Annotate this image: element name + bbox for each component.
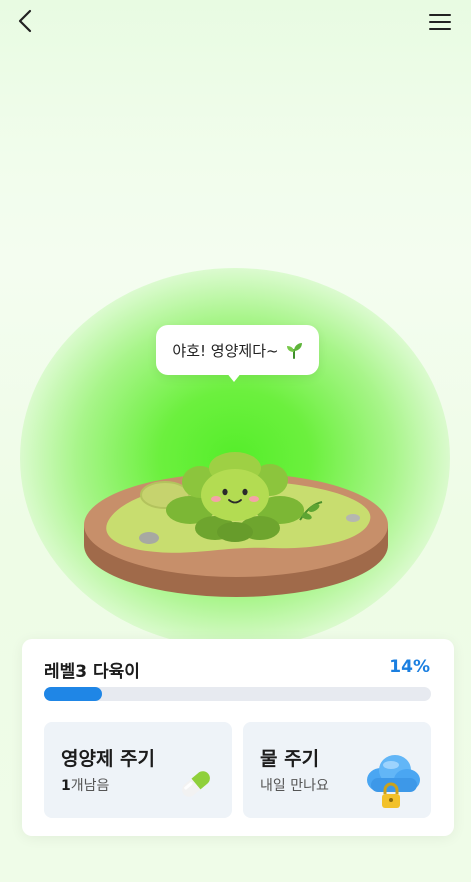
give-water-title: 물 주기 — [260, 748, 320, 770]
plant-illustration[interactable] — [70, 440, 400, 610]
give-nutrient-button[interactable]: 영양제 주기 1개남음 — [44, 722, 232, 818]
give-water-button[interactable]: 물 주기 내일 만나요 — [243, 722, 431, 818]
progress-bar — [44, 687, 431, 701]
plant-status-card: 레벨3 다육이 14% 영양제 주기 1개남음 물 주기 내일 만나요 — [22, 639, 454, 836]
locked-cloud-icon — [367, 755, 420, 808]
back-button[interactable] — [14, 8, 38, 34]
nutrient-count: 1 — [61, 778, 71, 794]
top-bar — [0, 0, 471, 44]
level-title: 레벨3 다육이 — [44, 662, 140, 682]
menu-button[interactable] — [428, 12, 452, 32]
sprout-icon — [285, 341, 303, 359]
progress-percent: 14% — [389, 657, 430, 677]
give-nutrient-title: 영양제 주기 — [61, 748, 156, 770]
water-subtitle: 내일 만나요 — [260, 778, 329, 794]
speech-bubble: 야호! 영양제다~ — [156, 325, 319, 375]
pill-icon — [182, 771, 210, 797]
progress-fill — [44, 687, 102, 701]
nutrient-remaining: 1개남음 — [61, 775, 109, 795]
nutrient-count-suffix: 개남음 — [70, 778, 110, 794]
speech-bubble-text: 야호! 영양제다~ — [172, 341, 279, 360]
hamburger-menu-icon — [429, 14, 451, 30]
speech-bubble-tail — [226, 372, 242, 382]
chevron-left-icon — [18, 9, 32, 33]
